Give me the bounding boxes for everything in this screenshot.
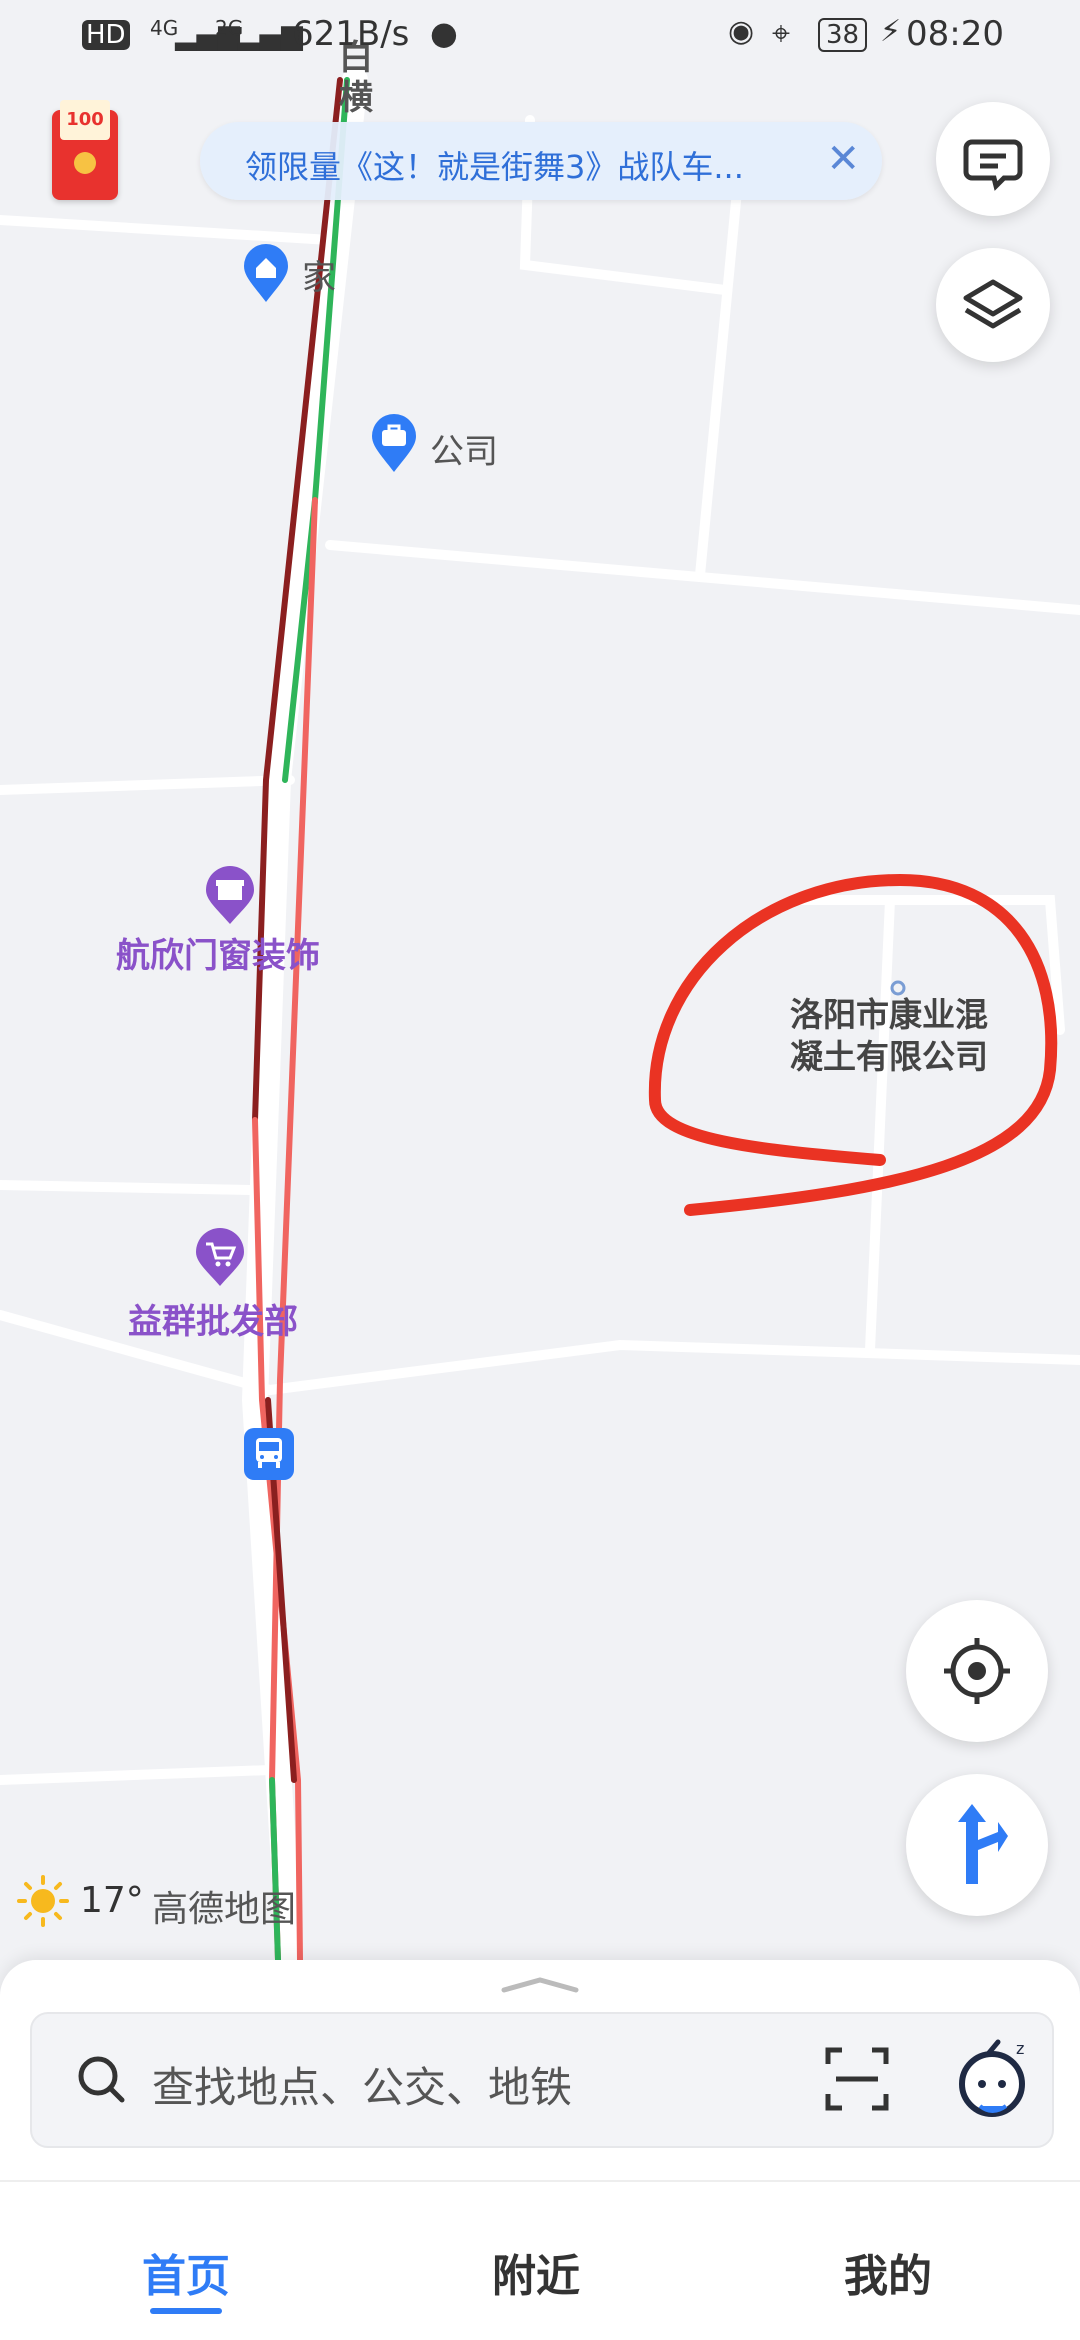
brand-label: 高德地图: [152, 1889, 297, 1930]
signal-4g: 4G: [150, 16, 179, 40]
tab-nearby[interactable]: 附近: [492, 2240, 580, 2304]
shop-pin-icon: [206, 866, 254, 924]
scan-icon[interactable]: [822, 2044, 892, 2114]
location-icon: ⌖: [772, 14, 791, 52]
red-packet-coin-icon: [74, 152, 96, 174]
assistant-icon[interactable]: z: [952, 2034, 1042, 2124]
temperature: 17°: [80, 1880, 144, 1921]
tab-home-indicator: [150, 2308, 222, 2314]
tab-home[interactable]: 首页: [142, 2240, 230, 2304]
crosshair-icon: [944, 1638, 1010, 1704]
decor-shop-label: 航欣门窗装饰: [116, 936, 320, 976]
wechat-icon: ●: [430, 14, 458, 52]
red-packet-icon[interactable]: 100: [52, 100, 118, 200]
drag-handle[interactable]: [500, 1974, 580, 1994]
close-icon[interactable]: ✕: [826, 136, 860, 182]
home-pin-icon: [244, 244, 288, 302]
layers-button[interactable]: [936, 248, 1050, 362]
target-company-poi[interactable]: 洛阳市康业混 凝土有限公司: [790, 994, 1020, 1078]
panel-divider: [0, 2180, 1080, 2182]
sun-icon: [17, 1875, 69, 1927]
target-company-label-line1: 洛阳市康业混: [790, 995, 988, 1034]
promo-banner-text: 领限量《这！就是街舞3》战队车...: [245, 148, 744, 186]
battery-indicator: 38: [818, 18, 868, 52]
search-bar[interactable]: 查找地点、公交、地铁 z: [30, 2012, 1054, 2148]
wholesale-poi[interactable]: 益群批发部: [128, 1228, 348, 1342]
bus-stop-icon[interactable]: [244, 1428, 294, 1480]
message-button[interactable]: [936, 102, 1050, 216]
search-placeholder: 查找地点、公交、地铁: [152, 2063, 573, 2112]
search-icon: [78, 2056, 125, 2103]
clock: 08:20: [906, 14, 1004, 54]
eye-icon: ◉: [728, 14, 755, 49]
svg-text:z: z: [1016, 2039, 1024, 2058]
tab-mine[interactable]: 我的: [844, 2240, 932, 2304]
layers-icon: [963, 279, 1023, 329]
road-label: 白横: [339, 38, 373, 118]
decor-shop-poi[interactable]: 航欣门窗装饰: [112, 866, 352, 976]
message-icon: [963, 139, 1023, 191]
charging-icon: ⚡: [880, 14, 902, 49]
wholesale-label: 益群批发部: [128, 1302, 298, 1342]
status-bar: HD 4G ▂▄▆ 2G ▂▄▆ 621B/s ● ◉ ⌖ 38 ⚡ 08:20: [0, 0, 1080, 72]
company-poi-label: 公司: [430, 432, 498, 472]
cart-pin-icon: [196, 1228, 244, 1286]
promo-banner[interactable]: 领限量《这！就是街舞3》战队车... ✕: [200, 122, 882, 200]
route-arrow-icon: [958, 1804, 1008, 1884]
briefcase-pin-icon: [372, 414, 416, 472]
hd-badge: HD: [82, 20, 130, 50]
route-button[interactable]: [906, 1774, 1048, 1916]
red-packet-label: 100: [60, 100, 110, 140]
locate-button[interactable]: [906, 1600, 1048, 1742]
home-poi-label: 家: [302, 258, 336, 298]
target-company-label-line2: 凝土有限公司: [790, 1037, 988, 1076]
